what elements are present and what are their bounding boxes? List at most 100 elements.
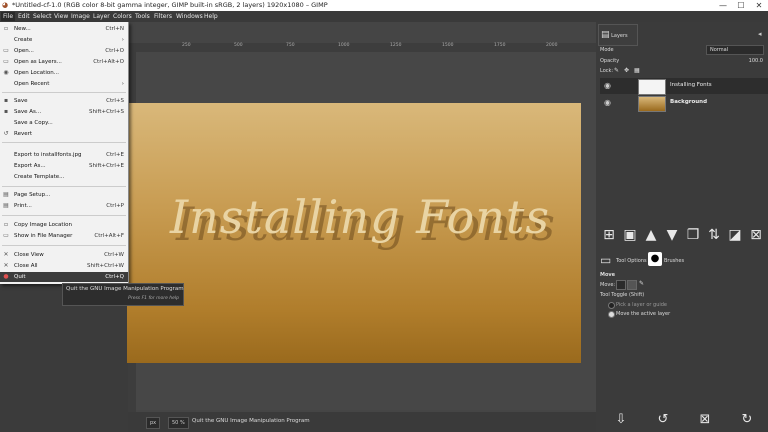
menu-item-open-location[interactable]: ◉ Open Location... [0, 68, 128, 78]
new-icon: ▫ [3, 25, 9, 32]
layer-name: Installing Fonts [670, 82, 712, 88]
zoom-select[interactable]: 50 % [168, 417, 189, 429]
close-window-button[interactable]: ✕ [750, 0, 768, 11]
lock-alpha-icon[interactable]: ▦ [634, 67, 640, 74]
menu-item-show-in-file-manager[interactable]: ▭ Show in File Manager Ctrl+Alt+F [0, 231, 128, 241]
menu-layer[interactable]: Layer [91, 12, 112, 21]
ruler-tick: 250 [182, 43, 191, 48]
layer-mask-icon[interactable]: ◪ [726, 226, 744, 244]
copy-location-icon: ▫ [3, 221, 9, 228]
layer-row[interactable]: ◉ Installing Fonts [600, 78, 768, 95]
tool-options-icon[interactable]: ▭ [600, 253, 611, 267]
menu-item-close-view[interactable]: ✕ Close View Ctrl+W [0, 250, 128, 260]
menu-file[interactable]: File [1, 12, 16, 21]
menu-edit[interactable]: Edit [16, 12, 32, 21]
menu-item-open[interactable]: ▭ Open... Ctrl+O [0, 46, 128, 56]
menu-separator [2, 186, 126, 187]
minimize-button[interactable]: — [714, 0, 732, 11]
file-menu-dropdown: ▫ New... Ctrl+N Create › ▭ Open... Ctrl+O ▭ Op… [0, 22, 129, 284]
tab-layers[interactable]: ▤ Layers [598, 24, 638, 46]
open-layers-icon: ▭ [3, 58, 9, 65]
lock-pixels-icon[interactable]: ✎ [614, 67, 619, 74]
panel-menu-icon[interactable]: ◂ [758, 30, 762, 38]
gimp-logo-icon: ◕ [2, 1, 9, 9]
lock-position-icon[interactable]: ✥ [624, 67, 629, 74]
menu-tools[interactable]: Tools [133, 12, 152, 21]
menu-item-create-template[interactable]: Create Template... [0, 172, 128, 182]
menu-windows[interactable]: Windows [174, 12, 205, 21]
restore-tool-preset-icon[interactable]: ↺ [652, 410, 674, 430]
mode-select[interactable]: Normal [706, 45, 764, 55]
file-manager-icon: ▭ [3, 232, 9, 239]
tool-toggle-label: Tool Toggle (Shift) [600, 292, 645, 298]
delete-layer-icon[interactable]: ⊠ [747, 226, 765, 244]
menu-filters[interactable]: Filters [152, 12, 174, 21]
radio-pick-layer[interactable] [608, 302, 615, 309]
menu-separator [2, 245, 126, 246]
menu-item-print[interactable]: ▤ Print... Ctrl+P [0, 201, 128, 211]
menu-select[interactable]: Select [31, 12, 54, 21]
print-icon: ▤ [3, 202, 9, 209]
tooltip-hint: Press F1 for more help [128, 296, 179, 301]
layer-name: Background [670, 99, 708, 105]
tooltip-text: Quit the GNU Image Manipulation Program [66, 286, 184, 292]
menu-item-save-as[interactable]: ▪ Save As... Shift+Ctrl+S [0, 107, 128, 117]
menu-view[interactable]: View [52, 12, 70, 21]
status-bar: px 50 % Quit the GNU Image Manipulation … [128, 412, 596, 432]
raise-layer-icon[interactable]: ▲ [642, 226, 660, 244]
ruler-tick: 2000 [546, 43, 558, 48]
menu-separator [2, 92, 126, 93]
menu-item-save[interactable]: ▪ Save Ctrl+S [0, 96, 128, 106]
menu-image[interactable]: Image [69, 12, 92, 21]
revert-icon: ↺ [3, 130, 9, 137]
opacity-slider[interactable]: 100.0 [600, 57, 766, 65]
menu-item-save-copy[interactable]: Save a Copy... [0, 118, 128, 128]
maximize-button[interactable]: ☐ [732, 0, 750, 11]
tab-brushes[interactable]: Brushes [664, 258, 684, 264]
option-move-active-layer: Move the active layer [616, 311, 671, 317]
duplicate-layer-icon[interactable]: ❐ [684, 226, 702, 244]
menu-item-new[interactable]: ▫ New... Ctrl+N [0, 24, 128, 34]
menu-help[interactable]: Help [202, 12, 220, 21]
open-icon: ▭ [3, 47, 9, 54]
layer-row[interactable]: ◉ Background [600, 95, 768, 112]
menu-bar: File Edit Select View Image Layer Colors… [0, 11, 768, 22]
layer-thumbnail [638, 96, 666, 112]
menu-item-open-recent[interactable]: Open Recent › [0, 79, 128, 89]
menu-item-page-setup[interactable]: ▤ Page Setup... [0, 190, 128, 200]
open-location-icon: ◉ [3, 69, 9, 76]
eye-icon[interactable]: ◉ [604, 99, 611, 107]
move-path-mode-icon[interactable]: ✎ [639, 280, 644, 287]
ruler-tick: 1000 [338, 43, 350, 48]
menu-item-quit[interactable]: ● Quit Ctrl+Q [0, 272, 128, 282]
menu-item-close-all[interactable]: ✕ Close All Shift+Ctrl+W [0, 261, 128, 271]
lower-layer-icon[interactable]: ▼ [663, 226, 681, 244]
close-view-icon: ✕ [3, 251, 9, 258]
menu-colors[interactable]: Colors [111, 12, 134, 21]
save-icon: ▪ [3, 97, 9, 104]
merge-layer-icon[interactable]: ⇅ [705, 226, 723, 244]
ruler-tick: 1500 [442, 43, 454, 48]
delete-tool-preset-icon[interactable]: ⊠ [694, 410, 716, 430]
reset-tool-options-icon[interactable]: ↻ [736, 410, 758, 430]
menu-item-revert[interactable]: ↺ Revert [0, 129, 128, 139]
save-tool-preset-icon[interactable]: ⇩ [610, 410, 632, 430]
radio-move-active-layer[interactable] [608, 311, 615, 318]
tab-tool-options[interactable]: Tool Options [616, 258, 647, 264]
ruler-tick: 500 [234, 43, 243, 48]
menu-item-create[interactable]: Create › [0, 35, 128, 45]
menu-item-open-as-layers[interactable]: ▭ Open as Layers... Ctrl+Alt+O [0, 57, 128, 67]
eye-icon[interactable]: ◉ [604, 82, 611, 90]
menu-item-copy-image-location[interactable]: ▫ Copy Image Location [0, 220, 128, 230]
move-selection-mode-icon[interactable] [627, 280, 637, 290]
menu-item-export-as[interactable]: Export As... Shift+Ctrl+E [0, 161, 128, 171]
menu-item-export-to[interactable]: Export to installfonts.jpg Ctrl+E [0, 150, 128, 160]
tool-options-buttons: ⇩ ↺ ⊠ ↻ [598, 410, 768, 432]
ruler-tick: 750 [286, 43, 295, 48]
new-layer-icon[interactable]: ⊞ [600, 226, 618, 244]
unit-select[interactable]: px [146, 417, 161, 429]
new-layer-group-icon[interactable]: ▣ [621, 226, 639, 244]
brush-icon[interactable]: ● [648, 252, 662, 266]
menu-separator [2, 142, 126, 143]
move-layer-mode-icon[interactable] [616, 280, 626, 290]
